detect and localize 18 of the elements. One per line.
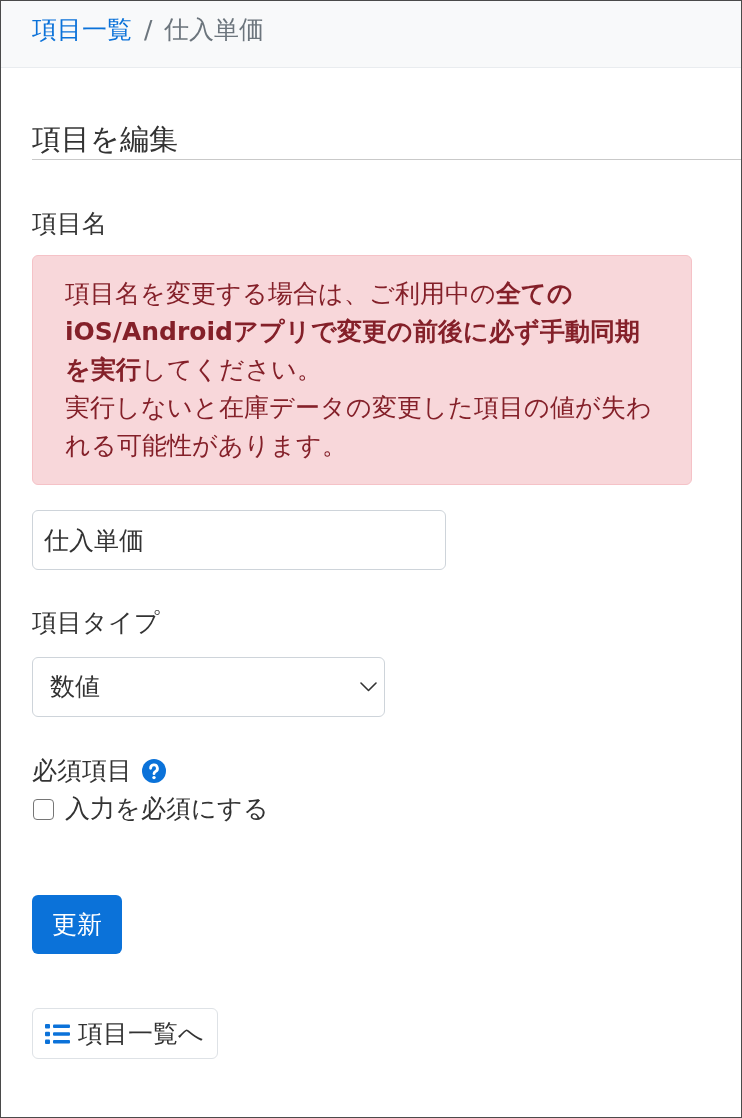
field-label: 項目タイプ bbox=[32, 607, 160, 639]
breadcrumb-current: 仕入単価 bbox=[164, 14, 265, 46]
back-to-list-button[interactable]: 項目一覧へ bbox=[32, 1008, 218, 1059]
checkbox-label: 入力を必須にする bbox=[65, 793, 269, 825]
list-icon bbox=[45, 1023, 70, 1044]
type-select[interactable]: 数値 bbox=[32, 657, 385, 717]
field-label: 必須項目 bbox=[32, 755, 132, 787]
field-label: 項目名 bbox=[32, 208, 107, 240]
alert-text: 項目名を変更する場合は、ご利用中の全てのiOS/Androidアプリで変更の前後に必ず手動同期を実行してください。 bbox=[65, 278, 641, 386]
chevron-down-icon bbox=[360, 682, 377, 692]
help-icon bbox=[142, 759, 166, 783]
breadcrumb-separator: / bbox=[143, 14, 154, 46]
required-checkbox[interactable] bbox=[33, 798, 54, 820]
alert-text: 実行しないと在庫データの変更した項目の値が失われる可能性があります。 bbox=[65, 392, 653, 462]
breadcrumb-link[interactable]: 項目一覧 bbox=[32, 11, 132, 49]
section-heading: 項目を編集 bbox=[32, 122, 741, 160]
update-button[interactable]: 更新 bbox=[32, 895, 122, 954]
name-input-field[interactable]: 仕入単価 bbox=[32, 510, 446, 570]
